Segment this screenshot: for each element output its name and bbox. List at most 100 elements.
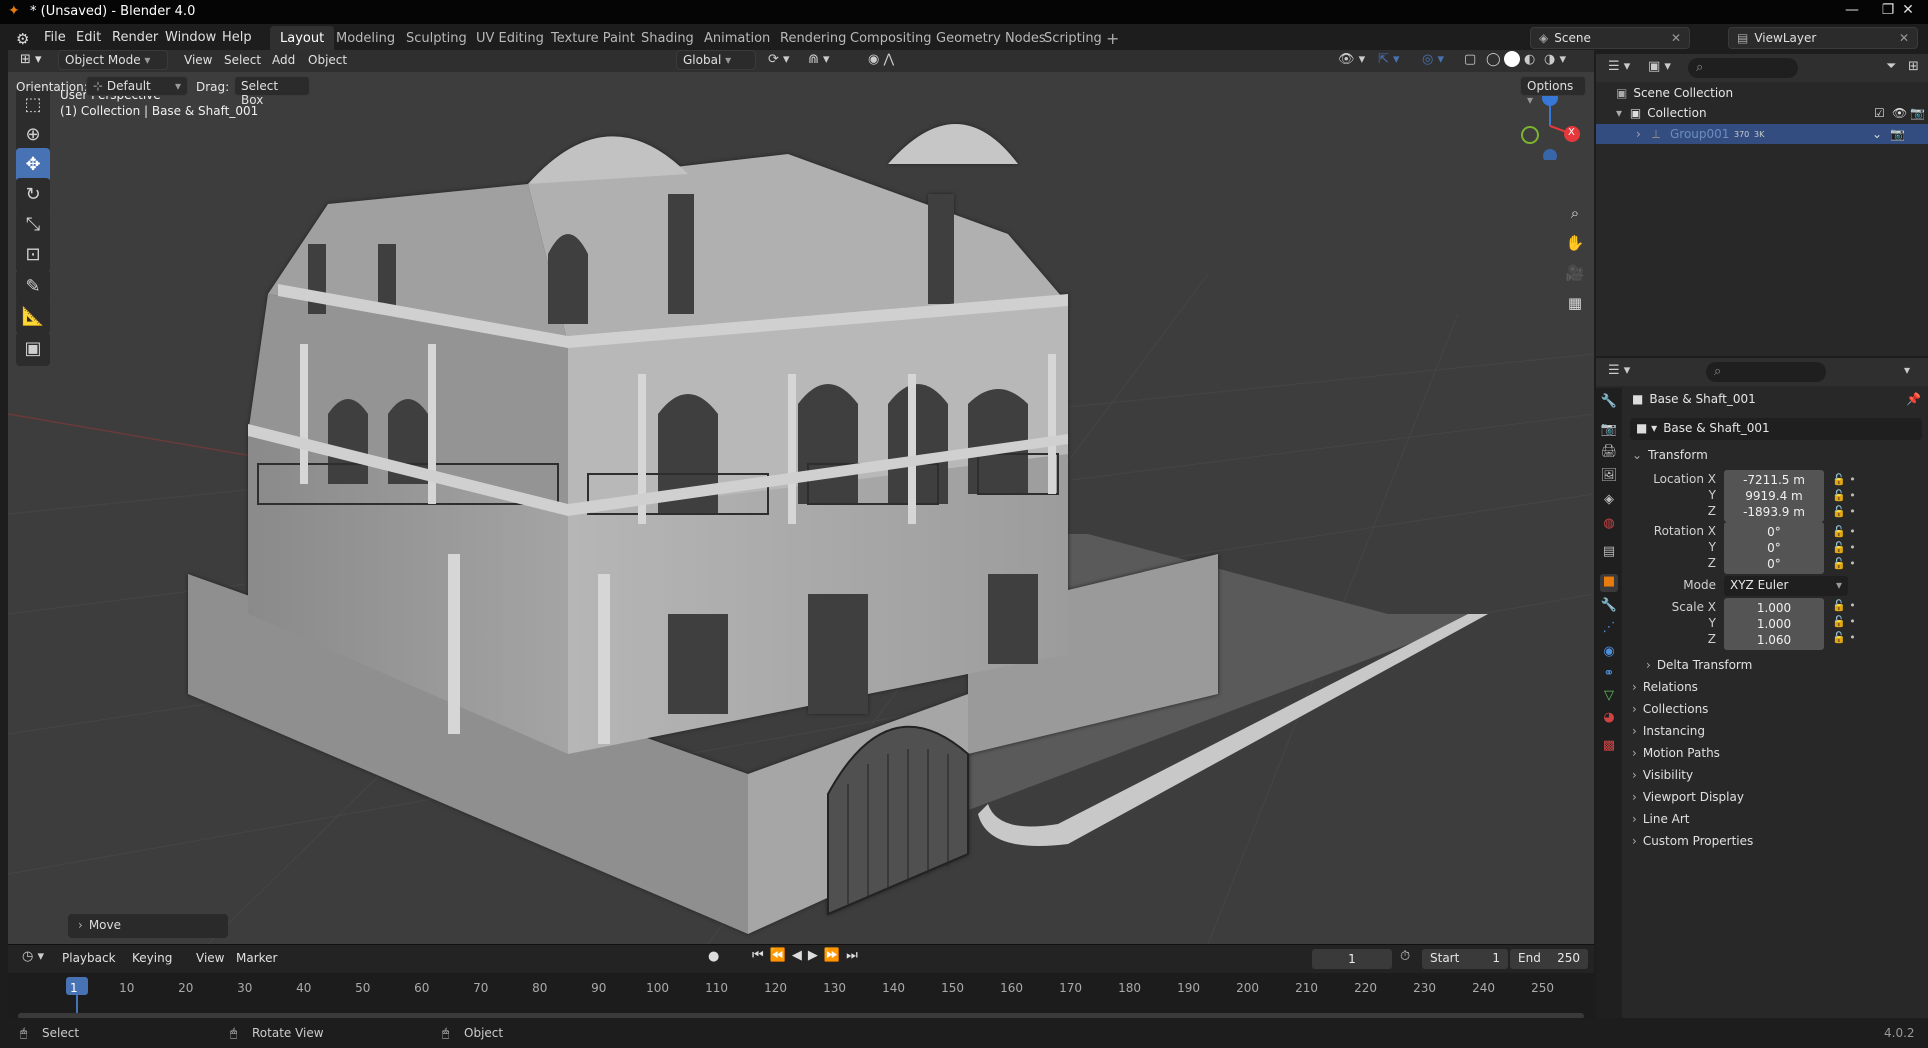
menu-playback[interactable]: Playback xyxy=(62,951,116,965)
timeline-editor-icon[interactable]: ◷ ▾ xyxy=(22,949,44,964)
tab-layout[interactable]: Layout xyxy=(270,26,335,52)
add-workspace-icon[interactable]: + xyxy=(1106,29,1119,48)
add-cube-tool[interactable]: ▣ xyxy=(16,332,50,366)
lock-icon[interactable]: 🔓 • xyxy=(1832,488,1856,504)
outliner-editor-icon[interactable]: ☰ ▾ xyxy=(1608,59,1630,74)
collection-camera-icon[interactable]: 📷 xyxy=(1910,106,1925,120)
visibility-section[interactable]: › Visibility xyxy=(1632,768,1922,790)
tool-tab-icon[interactable]: 🔧 xyxy=(1600,394,1618,412)
cursor-tool[interactable]: ⊕ xyxy=(16,118,50,152)
object-tab-icon[interactable]: ■ xyxy=(1600,574,1618,592)
chevron-right-icon[interactable]: › xyxy=(1636,127,1641,141)
snap-icon[interactable]: ⋒ ▾ xyxy=(808,52,830,67)
menu-view[interactable]: View xyxy=(184,53,212,67)
options-dropdown[interactable]: Options ▾ xyxy=(1520,76,1586,107)
scene-close-icon[interactable]: ✕ xyxy=(1671,31,1681,45)
render-tab-icon[interactable]: 📷 xyxy=(1600,422,1618,440)
properties-editor-icon[interactable]: ☰ ▾ xyxy=(1608,363,1630,378)
menu-timeline-view[interactable]: View xyxy=(196,951,224,965)
gizmo-toggle-icon[interactable]: ⇱ ▾ xyxy=(1378,52,1400,67)
object-name-field[interactable]: ■ ▾ Base & Shaft_001 xyxy=(1630,418,1922,440)
tab-sculpting[interactable]: Sculpting xyxy=(396,26,477,52)
menu-help[interactable]: Help xyxy=(222,30,252,45)
transform-tool[interactable]: ⊡ xyxy=(16,238,50,272)
viewport-display-section[interactable]: › Viewport Display xyxy=(1632,790,1922,812)
texture-tab-icon[interactable]: ▩ xyxy=(1600,738,1618,756)
start-frame-field[interactable]: Start 1 xyxy=(1422,949,1508,969)
filter-icon[interactable]: ⏷ xyxy=(1886,59,1896,74)
scene-selector[interactable]: ◈ Scene ✕ xyxy=(1530,27,1690,49)
tab-animation[interactable]: Animation xyxy=(694,26,780,52)
rendered-shading-icon[interactable]: ◑ ▾ xyxy=(1544,52,1566,67)
current-frame-field[interactable]: 1 xyxy=(1312,949,1392,969)
solid-shading-icon[interactable] xyxy=(1504,51,1520,67)
world-tab-icon[interactable]: ◍ xyxy=(1600,516,1618,534)
menu-select[interactable]: Select xyxy=(224,53,261,67)
collection-checkbox-icon[interactable]: ☑ xyxy=(1874,106,1885,120)
camera-icon[interactable]: 🎥 xyxy=(1562,260,1588,286)
visibility-icon[interactable]: 👁 ▾ xyxy=(1338,52,1365,67)
lock-icon[interactable]: 🔓 • xyxy=(1832,472,1856,488)
rotation-mode-dropdown[interactable]: XYZ Euler ▾ xyxy=(1724,576,1848,596)
viewlayer-selector[interactable]: ▤ ViewLayer ✕ xyxy=(1728,27,1918,49)
lock-icon[interactable]: 🔓 • xyxy=(1832,598,1856,614)
3d-viewport[interactable]: ⊞ ⬚ ⊕ ✥ ↻ ⤡ ⊡ ✎ 📐 ▣ User Perspective (1)… xyxy=(8,54,1594,944)
menu-object[interactable]: Object xyxy=(308,53,347,67)
collection-row[interactable]: ▾ ▣ Collection ☑ 👁 📷 xyxy=(1616,106,1926,120)
viewlayer-close-icon[interactable]: ✕ xyxy=(1899,31,1909,45)
playback-controls[interactable]: ⏮⏪◀▶⏩⏭ xyxy=(752,948,864,963)
wireframe-shading-icon[interactable]: ◯ xyxy=(1486,52,1501,67)
menu-add[interactable]: Add xyxy=(272,53,295,67)
chevron-down-icon[interactable]: ▾ xyxy=(1616,106,1622,120)
blender-menu-icon[interactable]: ⚙ xyxy=(16,30,29,48)
outliner-search-input[interactable]: ⌕ xyxy=(1688,58,1798,78)
custom-properties-section[interactable]: › Custom Properties xyxy=(1632,834,1922,856)
minimize-icon[interactable]: — xyxy=(1832,2,1872,18)
pan-hand-icon[interactable]: ✋ xyxy=(1562,230,1588,256)
relations-section[interactable]: › Relations xyxy=(1632,680,1922,702)
rotation-z-field[interactable]: 0° xyxy=(1724,554,1824,574)
constraints-tab-icon[interactable]: ⚭ xyxy=(1600,666,1618,684)
tab-modeling[interactable]: Modeling xyxy=(326,26,405,52)
orientation-dropdown[interactable]: ⊹ Default ▾ xyxy=(86,76,188,96)
tab-shading[interactable]: Shading xyxy=(631,26,704,52)
mode-dropdown[interactable]: Object Mode ▾ xyxy=(58,50,168,70)
lock-icon[interactable]: 🔓 • xyxy=(1832,524,1856,540)
group-visibility-icon[interactable]: ⌄ xyxy=(1872,127,1882,141)
line-art-section[interactable]: › Line Art xyxy=(1632,812,1922,834)
material-tab-icon[interactable]: ◕ xyxy=(1600,710,1618,728)
preview-range-icon[interactable]: ⏱ xyxy=(1400,949,1410,964)
move-tool[interactable]: ✥ xyxy=(16,148,50,182)
output-tab-icon[interactable]: 🖨 xyxy=(1600,444,1618,462)
particles-tab-icon[interactable]: ⋰ xyxy=(1600,620,1618,638)
lock-icon[interactable]: 🔓 • xyxy=(1832,556,1856,572)
close-icon[interactable]: ✕ xyxy=(1888,2,1928,18)
tab-texture-paint[interactable]: Texture Paint xyxy=(541,26,645,52)
scene-tab-icon[interactable]: ◈ xyxy=(1600,492,1618,510)
perspective-grid-icon[interactable]: ▦ xyxy=(1562,290,1588,316)
collections-section[interactable]: › Collections xyxy=(1632,702,1922,724)
measure-tool[interactable]: 📐 xyxy=(16,300,50,334)
house-model[interactable] xyxy=(188,124,1218,934)
zoom-icon[interactable]: ⌕ xyxy=(1562,200,1588,226)
physics-tab-icon[interactable]: ◉ xyxy=(1600,644,1618,662)
transform-orientation-dropdown[interactable]: Global ▾ xyxy=(676,50,756,70)
lock-icon[interactable]: 🔓 • xyxy=(1832,614,1856,630)
data-tab-icon[interactable]: ▽ xyxy=(1600,688,1618,706)
collection-eye-icon[interactable]: 👁 xyxy=(1892,106,1907,120)
rotate-tool[interactable]: ↻ xyxy=(16,178,50,212)
pin-icon[interactable]: 📌 xyxy=(1906,392,1921,406)
transform-section-header[interactable]: ⌄ Transform xyxy=(1632,448,1922,470)
editor-type-button-icon[interactable]: ⊞ ▾ xyxy=(20,52,42,67)
material-shading-icon[interactable]: ◐ xyxy=(1524,52,1535,67)
location-z-field[interactable]: -1893.9 m xyxy=(1724,502,1824,522)
annotate-tool[interactable]: ✎ xyxy=(16,270,50,304)
motion-paths-section[interactable]: › Motion Paths xyxy=(1632,746,1922,768)
record-icon[interactable]: ● xyxy=(708,949,719,964)
menu-keying[interactable]: Keying xyxy=(132,951,172,965)
properties-options-icon[interactable]: ▾ xyxy=(1904,363,1910,377)
pivot-icon[interactable]: ⟳ ▾ xyxy=(768,52,790,67)
new-collection-icon[interactable]: ⊞ xyxy=(1908,59,1919,74)
lock-icon[interactable]: 🔓 • xyxy=(1832,540,1856,556)
display-mode-icon[interactable]: ▣ ▾ xyxy=(1648,59,1671,74)
